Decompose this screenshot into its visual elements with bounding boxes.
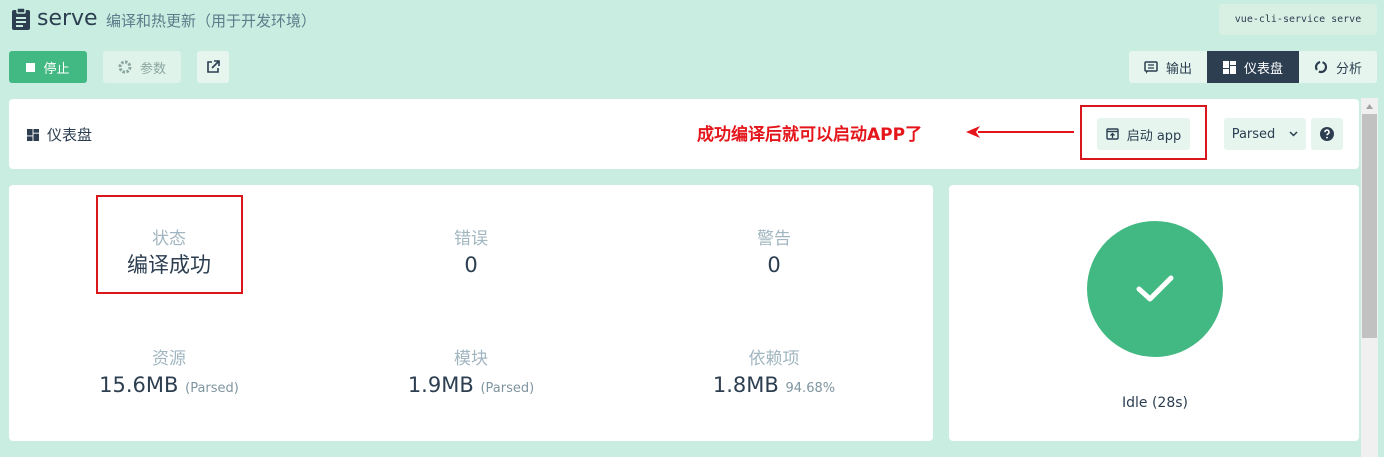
stat-warnings: 警告 0 — [674, 227, 874, 279]
task-description: 编译和热更新（用于开发环境） — [106, 12, 317, 30]
stat-dependencies-value: 1.8MB 94.68% — [654, 371, 894, 403]
start-app-button[interactable]: 启动 app — [1097, 118, 1190, 150]
tab-output[interactable]: 输出 — [1129, 51, 1207, 83]
stat-modules-suffix: (Parsed) — [480, 381, 535, 396]
stat-modules-value: 1.9MB (Parsed) — [351, 371, 591, 403]
tab-analysis[interactable]: 分析 — [1299, 51, 1377, 83]
params-button-label: 参数 — [139, 61, 166, 77]
tab-dashboard[interactable]: 仪表盘 — [1207, 51, 1299, 83]
stat-assets-suffix: (Parsed) — [185, 381, 239, 396]
stat-errors: 错误 0 — [371, 227, 571, 279]
stat-modules-size: 1.9MB — [407, 373, 474, 397]
external-link-icon — [207, 60, 220, 73]
stat-dependencies: 依赖项 1.8MB 94.68% — [654, 347, 894, 403]
stat-assets-value: 15.6MB (Parsed) — [49, 371, 289, 403]
stop-icon — [26, 62, 36, 72]
clipboard-icon — [12, 7, 30, 30]
task-title: serve — [37, 6, 98, 31]
gear-icon — [118, 60, 132, 74]
checkmark-icon — [1136, 275, 1174, 302]
tab-dashboard-label: 仪表盘 — [1243, 61, 1283, 77]
stat-dependencies-suffix: 94.68% — [785, 381, 836, 396]
tab-output-label: 输出 — [1165, 61, 1192, 77]
stat-dependencies-size: 1.8MB — [712, 373, 779, 397]
dashboard-title-label: 仪表盘 — [47, 126, 93, 144]
highlight-box-status — [96, 195, 243, 294]
params-button[interactable]: 参数 — [103, 51, 181, 83]
view-switcher: 输出 仪表盘 分析 — [1129, 51, 1377, 83]
tab-analysis-label: 分析 — [1335, 61, 1362, 77]
dashboard-icon — [27, 128, 39, 141]
stat-assets-label: 资源 — [152, 349, 186, 369]
idle-status-text: Idle (28s) — [1121, 395, 1188, 411]
size-mode-select[interactable]: Parsed — [1224, 118, 1306, 150]
status-indicator — [1087, 221, 1223, 357]
stat-warnings-value: 0 — [767, 253, 781, 277]
stop-button-label: 停止 — [43, 61, 70, 77]
stat-warnings-label: 警告 — [757, 229, 791, 249]
stat-errors-value: 0 — [464, 253, 478, 277]
scrollbar-thumb[interactable] — [1362, 114, 1377, 338]
scroll-up-arrow-icon[interactable] — [1361, 98, 1378, 114]
start-app-label: 启动 app — [1126, 128, 1182, 144]
help-button[interactable] — [1311, 118, 1343, 150]
chevron-down-icon — [1289, 131, 1298, 137]
output-icon — [1144, 60, 1158, 74]
open-in-browser-icon — [1105, 128, 1119, 140]
stat-assets: 资源 15.6MB (Parsed) — [49, 347, 289, 403]
stat-modules: 模块 1.9MB (Parsed) — [351, 347, 591, 403]
dashboard-title: 仪表盘 — [27, 124, 92, 145]
command-badge: vue-cli-service serve — [1219, 4, 1377, 35]
size-mode-value: Parsed — [1231, 126, 1276, 142]
annotation-text: 成功编译后就可以启动APP了 — [697, 125, 923, 145]
open-external-button[interactable] — [197, 51, 229, 83]
stop-button[interactable]: 停止 — [9, 51, 87, 83]
analysis-icon — [1314, 60, 1328, 74]
dashboard-icon — [1222, 60, 1236, 74]
stat-assets-size: 15.6MB — [99, 373, 179, 397]
annotation-arrow-icon — [966, 126, 1074, 138]
stat-errors-label: 错误 — [454, 229, 488, 249]
stat-dependencies-label: 依赖项 — [748, 349, 800, 369]
stat-modules-label: 模块 — [454, 349, 488, 369]
help-icon — [1320, 127, 1334, 141]
